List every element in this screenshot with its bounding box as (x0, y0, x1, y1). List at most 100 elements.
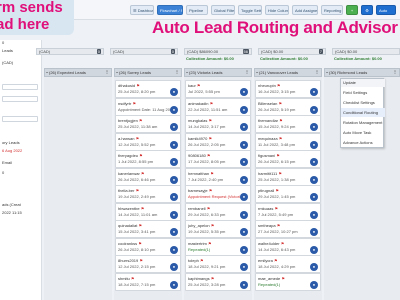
column-header[interactable]: − (26) Expected Leads ⋮ (44, 68, 112, 77)
lead-card[interactable]: 8hurrs2019 ⚑ 12 Jul 2022, 2:15 pm ● (115, 255, 181, 273)
toolbar-hide-columns-button[interactable]: Hide Columns (265, 5, 289, 15)
column-header[interactable]: − (23) Victoria Leads ⋮ (184, 68, 252, 77)
user-avatar-icon[interactable]: ● (240, 88, 248, 96)
lead-card[interactable]: theryagdeu ⚑ 1 Jul 2022, 8:55 pm ● (115, 150, 181, 168)
collapse-icon[interactable]: − (186, 69, 188, 76)
toolbar-add-assignee-button[interactable]: Add Assignee (292, 5, 318, 15)
lead-card[interactable]: walhe4ulder ⚑ 14 Jul 2022, 6:43 pm ● (255, 237, 321, 256)
menu-header[interactable]: Update (341, 79, 385, 87)
lead-card[interactable]: quinadaliat ⚑ 15 Jul 2022, 3:41 pm ● (115, 220, 181, 238)
menu-item-auto-move-task[interactable]: Auto Move Task (341, 128, 385, 137)
more-options-icon[interactable]: ⋮ (105, 69, 109, 75)
lead-card[interactable]: kanerlanwar ⚑ 26 Jul 2022, 6:46 pm ● (115, 167, 181, 186)
user-avatar-icon[interactable]: ● (240, 140, 248, 149)
user-avatar-icon[interactable]: ● (170, 175, 178, 184)
lead-card[interactable]: harmitit111 ⚑ 25 Jul 2022, 1:38 pm ● (255, 167, 321, 186)
lead-card[interactable]: mungkalas ⚑ 14 Jul 2022, 3:17 pm ● (185, 115, 251, 133)
user-avatar-icon[interactable]: ● (240, 245, 248, 254)
collapse-icon[interactable]: − (326, 69, 328, 76)
lead-card[interactable]: barnesayje ⚑ Appointment Request (Victori… (185, 185, 251, 203)
add-icon[interactable]: + (346, 5, 358, 15)
menu-item-field-settings[interactable]: Field Settings (341, 88, 385, 97)
stage-header[interactable]: (CAD) $0.00 (332, 48, 400, 55)
user-avatar-icon[interactable]: ● (170, 140, 178, 149)
user-avatar-icon[interactable]: ● (310, 88, 318, 96)
stage-header[interactable]: (CAD) 0 (36, 48, 104, 55)
user-avatar-icon[interactable]: ● (240, 280, 248, 289)
toolbar-auto-button[interactable]: Auto (376, 5, 396, 15)
menu-item-checklist-settings[interactable]: Checklist Settings (341, 98, 385, 107)
user-avatar-icon[interactable]: ● (170, 123, 178, 131)
menu-item-rotation-management[interactable]: Rotation Management (341, 118, 385, 127)
lead-card[interactable]: Billenselan ⚑ 26 Jul 2022, 5:19 pm ● (255, 97, 321, 116)
lead-card[interactable]: coolrankss ⚑ 26 Jul 2022, 8:10 pm ● (115, 237, 181, 256)
lead-card[interactable]: hbwazentbe ⚑ 14 Jul 2022, 11:01 am ● (115, 202, 181, 221)
lead-card[interactable]: kaphimangs ⚑ 25 Jul 2022, 3:28 pm ● (185, 272, 251, 291)
user-avatar-icon[interactable]: ● (170, 263, 178, 271)
lead-card[interactable]: mastertrim ⚑ Repeated(1) ● (185, 237, 251, 256)
more-options-icon[interactable]: ⋮ (393, 69, 397, 75)
user-avatar-icon[interactable]: ● (310, 193, 318, 201)
user-avatar-icon[interactable]: ● (170, 105, 178, 114)
left-panel-field[interactable] (2, 116, 38, 122)
lead-card[interactable]: smtheapa ⚑ 27 Jul 2022, 10:27 pm ● (255, 220, 321, 238)
user-avatar-icon[interactable]: ● (310, 245, 318, 254)
column-header[interactable]: − (21) Vancouver Leads ⋮ (254, 68, 322, 77)
more-options-icon[interactable]: ⋮ (175, 69, 179, 75)
lead-card[interactable]: a.hansan ⚑ 12 Jul 2022, 5:52 pm ● (115, 132, 181, 151)
left-panel-field[interactable] (2, 96, 38, 102)
lead-card[interactable]: juhy_apelon ⚑ 19 Jul 2022, 5:35 pm ● (185, 220, 251, 238)
user-avatar-icon[interactable]: ● (170, 158, 178, 166)
lead-card[interactable]: nheurupin ⚑ 16 Jul 2022, 3:15 pm ● (255, 80, 321, 98)
lead-card[interactable]: themandiar ⚑ 15 Jul 2022, 9:24 pm ● (255, 115, 321, 133)
user-avatar-icon[interactable]: ● (310, 140, 318, 149)
lead-card[interactable]: emilycra ⚑ 18 Jul 2022, 4:29 pm ● (255, 255, 321, 273)
user-avatar-icon[interactable]: ● (240, 123, 248, 131)
user-avatar-icon[interactable]: ● (240, 210, 248, 219)
collapse-icon[interactable]: − (256, 69, 258, 76)
lead-card[interactable]: mequinaza ⚑ 11 Jul 2022, 3:48 pm ● (255, 132, 321, 151)
user-avatar-icon[interactable]: ● (310, 280, 318, 289)
user-avatar-icon[interactable]: ● (170, 210, 178, 219)
toolbar-pipeline-button[interactable]: Pipeline (186, 5, 208, 15)
toolbar-flowchart-button[interactable]: Flowchart / Stages (157, 5, 183, 15)
column-header[interactable]: − (30) Richmond Leads ⋮ (324, 68, 400, 77)
lead-card[interactable]: shmitu ⚑ 18 Jul 2022, 7:15 pm ● (115, 272, 181, 291)
user-avatar-icon[interactable]: ● (240, 158, 248, 166)
gear-icon[interactable]: ⚙ (361, 5, 373, 15)
user-avatar-icon[interactable]: ● (170, 193, 178, 201)
user-avatar-icon[interactable]: ● (170, 245, 178, 254)
more-options-icon[interactable]: ⋮ (315, 69, 319, 75)
stage-header[interactable]: (CAD) 0 (110, 48, 178, 55)
lead-card[interactable]: mae_amede ⚑ Repeated(1) ● (255, 272, 321, 291)
user-avatar-icon[interactable]: ● (240, 263, 248, 271)
lead-card[interactable]: hemnatthan ⚑ 7 Jul 2022, 2:40 pm ● (185, 167, 251, 186)
toolbar-toggle-settings-button[interactable]: Toggle Settings (238, 5, 262, 15)
stage-header[interactable]: (CAD) $86090.00 56 (184, 48, 252, 55)
lead-card[interactable]: rembanell ⚑ 29 Jul 2022, 6:33 pm ● (185, 202, 251, 221)
toolbar-reporting-button[interactable]: Reporting (321, 5, 343, 15)
lead-card[interactable]: toleph ⚑ 18 Jul 2022, 9:21 pm ● (185, 255, 251, 273)
user-avatar-icon[interactable]: ● (310, 263, 318, 271)
user-avatar-icon[interactable]: ● (240, 228, 248, 236)
stage-header[interactable]: (CAD) $0.00 7 (258, 48, 326, 55)
user-avatar-icon[interactable]: ● (240, 105, 248, 114)
collapse-icon[interactable]: − (116, 69, 118, 76)
lead-card[interactable]: animakadin ⚑ 22 Jul 2022, 11:51 am ● (185, 97, 251, 116)
user-avatar-icon[interactable]: ● (310, 175, 318, 184)
lead-card[interactable]: nsdfyrtr ⚑ Appointment Date: 11 Aug 2022 ● (115, 97, 181, 116)
toolbar-global-filters-button[interactable]: Global Filters (211, 5, 235, 15)
lead-card[interactable]: figusmani ⚑ 26 Jul 2022, 6:15 pm ● (255, 150, 321, 168)
lead-card[interactable]: thelia.ber ⚑ 19 Jul 2022, 2:49 pm ● (115, 185, 181, 203)
lead-card[interactable]: kamik4970 ⚑ 26 Jul 2022, 2:05 pm ● (185, 132, 251, 151)
lead-card[interactable]: ptlrugnall ⚑ 29 Jul 2022, 1:45 pm ● (255, 185, 321, 203)
user-avatar-icon[interactable]: ● (310, 210, 318, 219)
more-options-icon[interactable]: ⋮ (245, 69, 249, 75)
user-avatar-icon[interactable]: ● (310, 228, 318, 236)
user-avatar-icon[interactable]: ● (310, 158, 318, 166)
column-header[interactable]: − (26) Surrey Leads ⋮ (114, 68, 182, 77)
left-panel-field[interactable] (2, 84, 38, 90)
collapse-icon[interactable]: − (46, 69, 48, 76)
user-avatar-icon[interactable]: ● (310, 105, 318, 114)
lead-card[interactable]: rmkuaas ⚑ 7 Jul 2022, 5:49 pm ● (255, 202, 321, 221)
